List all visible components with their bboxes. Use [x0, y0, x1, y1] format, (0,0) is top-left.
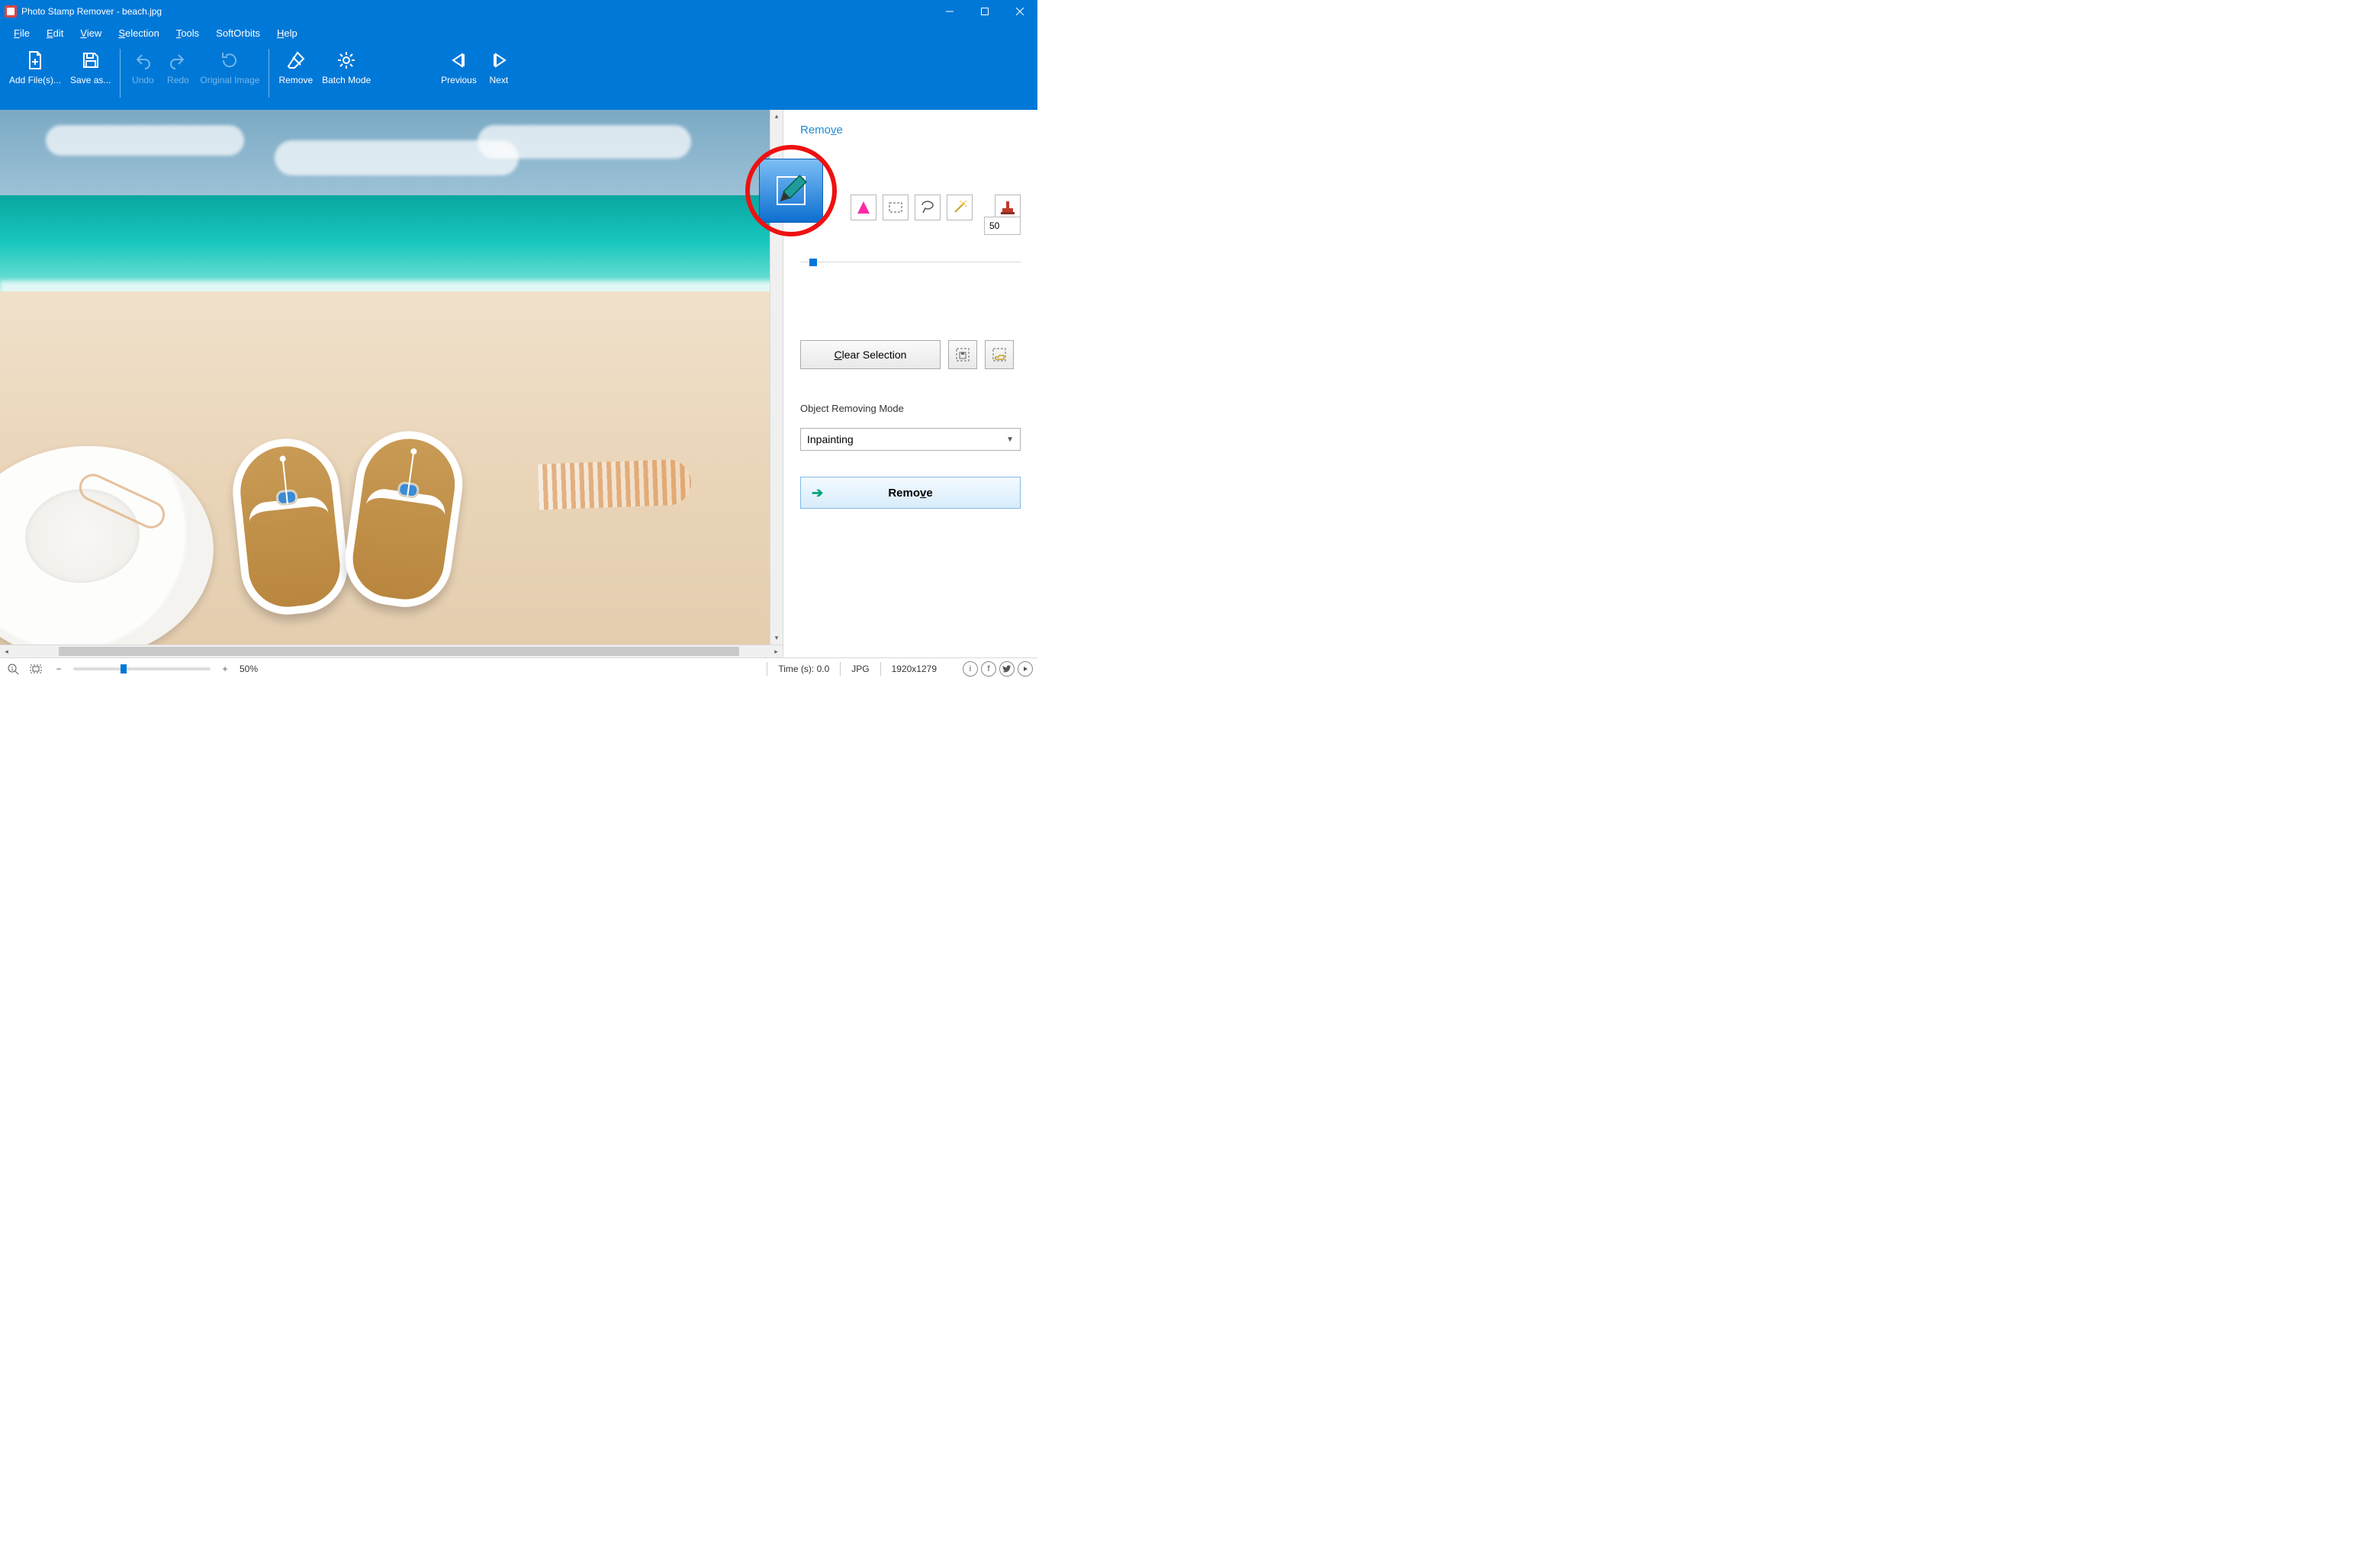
toolbar-label: Next — [490, 75, 509, 85]
toolbar-label: Remove — [278, 75, 313, 85]
lasso-icon — [919, 199, 936, 216]
svg-text:1: 1 — [11, 667, 14, 672]
save-as-button[interactable]: Save as... — [66, 46, 115, 85]
arrow-left-icon — [446, 47, 472, 73]
zoom-in-button[interactable]: + — [217, 661, 233, 677]
scroll-down-icon[interactable]: ▾ — [770, 632, 783, 645]
mode-select[interactable]: Inpainting ▼ — [800, 428, 1021, 451]
zoom-value: 50% — [240, 664, 258, 674]
brush-size-field[interactable] — [984, 217, 1021, 235]
wand-icon — [951, 199, 968, 216]
canvas-wrap: ▴ ▾ ◂ ▸ — [0, 110, 783, 657]
brush-size-input[interactable] — [984, 217, 1021, 235]
menu-view[interactable]: View — [72, 25, 109, 41]
toolbar-label: Save as... — [70, 75, 111, 85]
scroll-right-icon[interactable]: ▸ — [770, 645, 783, 657]
social-links: i f — [963, 661, 1033, 677]
minimize-button[interactable] — [932, 0, 967, 23]
menu-file[interactable]: File — [6, 25, 37, 41]
close-button[interactable] — [1002, 0, 1037, 23]
clear-selection-button[interactable]: Clear Selection — [800, 340, 941, 369]
twitter-icon[interactable] — [999, 661, 1015, 677]
toolbar-label: Add File(s)... — [9, 75, 61, 85]
info-icon[interactable]: i — [963, 661, 978, 677]
zoom-actual-button[interactable]: 1 — [5, 661, 21, 677]
undo-button[interactable]: Undo — [125, 46, 160, 85]
toolbar-label: Undo — [132, 75, 154, 85]
batch-mode-button[interactable]: Batch Mode — [317, 46, 375, 85]
toolbar-separator — [120, 49, 121, 98]
undo-icon — [130, 47, 156, 73]
zoom-fit-button[interactable] — [27, 661, 44, 677]
stamp-icon — [999, 199, 1016, 216]
load-selection-button[interactable] — [985, 340, 1014, 369]
rectangle-selection-tool[interactable] — [883, 194, 909, 220]
toolbar-label: Original Image — [200, 75, 259, 85]
arrow-right-icon: ➔ — [812, 485, 823, 501]
status-dimensions: 1920x1279 — [892, 664, 937, 674]
eraser-icon — [283, 47, 309, 73]
title-bar: Photo Stamp Remover - beach.jpg — [0, 0, 1037, 23]
image-canvas[interactable]: ▴ ▾ — [0, 110, 783, 645]
toolbar-label: Previous — [441, 75, 477, 85]
save-selection-button[interactable] — [948, 340, 977, 369]
facebook-icon[interactable]: f — [981, 661, 996, 677]
chevron-down-icon: ▼ — [1006, 436, 1014, 444]
remove-toolbar-button[interactable]: Remove — [274, 46, 317, 85]
maximize-button[interactable] — [967, 0, 1002, 23]
status-time: Time (s): 0.0 — [778, 664, 829, 674]
add-files-button[interactable]: Add File(s)... — [5, 46, 66, 85]
magic-wand-tool[interactable] — [947, 194, 973, 220]
load-selection-icon — [992, 347, 1007, 362]
fit-icon — [30, 663, 42, 675]
next-button[interactable]: Next — [481, 46, 516, 85]
save-selection-icon — [955, 347, 970, 362]
status-format: JPG — [851, 664, 869, 674]
right-panel: Remove — [783, 110, 1037, 657]
revert-icon — [217, 47, 243, 73]
original-image-button[interactable]: Original Image — [195, 46, 264, 85]
previous-button[interactable]: Previous — [436, 46, 481, 85]
zoom-1-icon: 1 — [7, 663, 19, 675]
rect-select-icon — [888, 200, 903, 215]
redo-button[interactable]: Redo — [160, 46, 195, 85]
redo-icon — [165, 47, 191, 73]
app-window: Photo Stamp Remover - beach.jpg File Edi… — [0, 0, 1037, 679]
arrow-right-icon — [486, 47, 512, 73]
panel-tab-remove[interactable]: Remove — [800, 124, 1021, 137]
toolbar-label: Batch Mode — [322, 75, 371, 85]
menu-bar: File Edit View Selection Tools SoftOrbit… — [0, 23, 1037, 43]
triangle-icon — [856, 200, 871, 215]
work-area: ▴ ▾ ◂ ▸ Remove — [0, 110, 1037, 657]
window-title: Photo Stamp Remover - beach.jpg — [21, 6, 162, 17]
toolbar: Add File(s)... Save as... Undo Redo Ori — [0, 43, 1037, 110]
menu-help[interactable]: Help — [269, 25, 305, 41]
mode-label: Object Removing Mode — [800, 403, 1021, 414]
status-bar: 1 − + 50% Time (s): 0.0 JPG 1920x1279 i … — [0, 657, 1037, 679]
menu-edit[interactable]: Edit — [39, 25, 71, 41]
toolbar-label: Redo — [167, 75, 189, 85]
youtube-icon[interactable] — [1018, 661, 1033, 677]
mode-value: Inpainting — [807, 433, 854, 445]
gear-icon — [333, 47, 359, 73]
save-icon — [78, 47, 104, 73]
lasso-selection-tool[interactable] — [915, 194, 941, 220]
zoom-slider[interactable] — [73, 667, 211, 670]
menu-tools[interactable]: Tools — [169, 25, 207, 41]
scroll-left-icon[interactable]: ◂ — [0, 645, 13, 657]
canvas-horizontal-scrollbar[interactable]: ◂ ▸ — [0, 645, 783, 657]
app-icon — [5, 5, 17, 18]
color-selection-tool[interactable] — [851, 194, 876, 220]
add-file-icon — [22, 47, 48, 73]
remove-button[interactable]: ➔ Remove — [800, 477, 1021, 509]
zoom-out-button[interactable]: − — [50, 661, 67, 677]
scroll-up-icon[interactable]: ▴ — [770, 110, 783, 123]
menu-softorbits[interactable]: SoftOrbits — [208, 25, 268, 41]
menu-selection[interactable]: Selection — [111, 25, 166, 41]
